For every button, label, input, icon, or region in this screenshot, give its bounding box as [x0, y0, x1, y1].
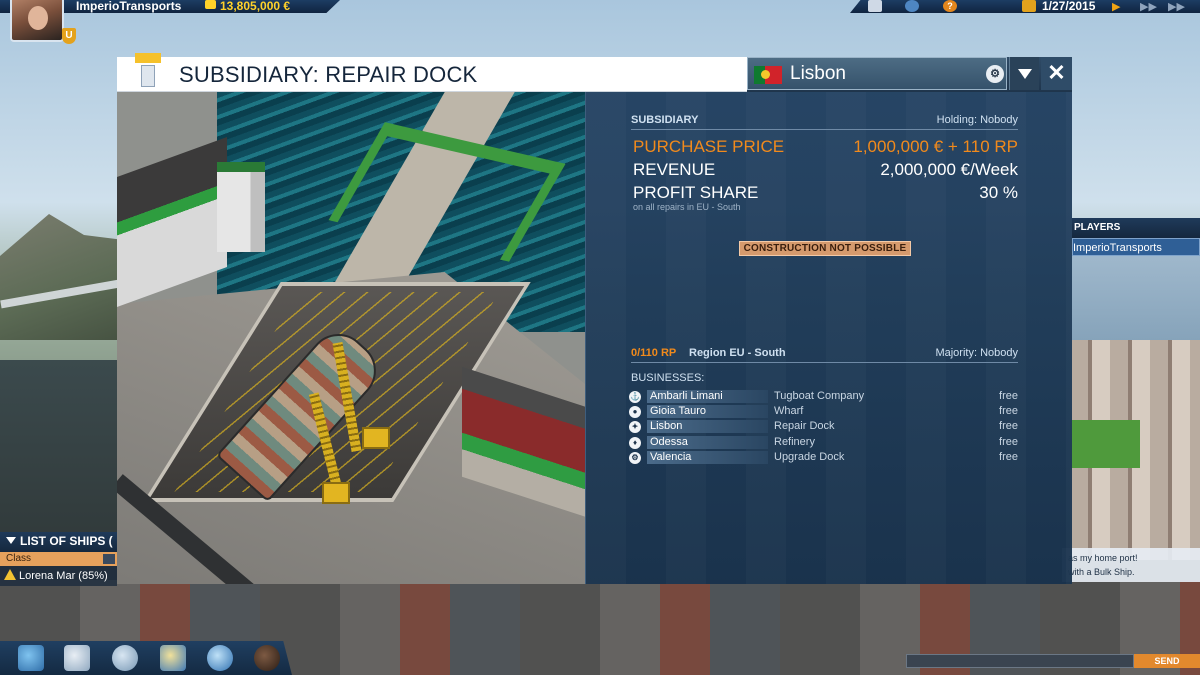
business-status: free	[999, 450, 1018, 463]
crane-cab	[362, 427, 390, 449]
chat-log: as my home port! with a Bulk Ship.	[1062, 548, 1200, 582]
play-speed-icon[interactable]: ▶	[1112, 0, 1120, 13]
location-dropdown-button[interactable]	[1009, 57, 1039, 90]
fast-forward-icon[interactable]: ▶▶	[1140, 0, 1157, 13]
business-city[interactable]: Lisbon	[647, 420, 768, 434]
chat-input[interactable]	[906, 654, 1134, 668]
region-header: 0/110 RP Region EU - South Majority: Nob…	[631, 347, 1018, 363]
business-status: free	[999, 435, 1018, 448]
chat-line: as my home port!	[1068, 553, 1138, 563]
revenue-row: REVENUE 2,000,000 €/Week	[633, 160, 1018, 182]
player-avatar[interactable]	[10, 0, 64, 42]
location-selector[interactable]: Lisbon ⚙	[747, 57, 1007, 90]
business-type: Upgrade Dock	[774, 450, 845, 463]
subsidiary-dialog: ★ SUBSIDIARY: REPAIR DOCK Lisbon ⚙ ✕ SUB…	[117, 50, 1072, 584]
close-button[interactable]: ✕	[1041, 57, 1072, 90]
dialog-title: SUBSIDIARY: REPAIR DOCK	[179, 62, 478, 87]
subsidiary-info-panel: SUBSIDIARY Holding: Nobody PURCHASE PRIC…	[585, 92, 1072, 584]
business-city[interactable]: Odessa	[647, 435, 768, 449]
section-label: SUBSIDIARY	[631, 114, 699, 126]
dialog-title-bar: ★ SUBSIDIARY: REPAIR DOCK	[117, 50, 747, 92]
captain-icon[interactable]	[112, 645, 138, 671]
business-list: ⚓ Ambarli Limani Tugboat Company free ● …	[629, 389, 1021, 465]
chat-line: with a Bulk Ship.	[1068, 567, 1135, 577]
business-city[interactable]: Valencia	[647, 450, 768, 464]
fastest-forward-icon[interactable]: ▶▶	[1168, 0, 1185, 13]
player-entry[interactable]: ImperioTransports	[1072, 238, 1200, 256]
region-rp: 0/110 RP	[631, 347, 677, 359]
contracts-icon[interactable]	[160, 645, 186, 671]
business-row[interactable]: ⚙ Valencia Upgrade Dock free	[629, 450, 1021, 465]
ship-list-panel: LIST OF SHIPS ( Class Lorena Mar (85%)	[0, 532, 117, 588]
business-status: free	[999, 420, 1018, 433]
business-status: free	[999, 390, 1018, 402]
business-type: Repair Dock	[774, 420, 835, 433]
dropdown-icon	[103, 554, 115, 564]
construction-not-possible-button[interactable]: CONSTRUCTION NOT POSSIBLE	[739, 241, 911, 256]
ship-icon[interactable]	[1022, 0, 1036, 12]
business-type: Tugboat Company	[774, 390, 865, 402]
business-city[interactable]: Gioia Tauro	[647, 405, 768, 419]
refinery-icon: ♦	[629, 436, 641, 449]
warehouse	[117, 136, 227, 308]
business-row[interactable]: ✦ Lisbon Repair Dock free	[629, 419, 1021, 434]
players-panel: PLAYERS ImperioTransports	[1072, 218, 1200, 260]
routes-icon[interactable]	[207, 645, 233, 671]
holding-status: Holding: Nobody	[936, 114, 1018, 126]
upgrade-dock-icon: ⚙	[629, 451, 641, 464]
globe-icon[interactable]	[905, 0, 919, 12]
players-header: PLAYERS	[1072, 218, 1200, 238]
finance-icon[interactable]	[18, 645, 44, 671]
business-city[interactable]: Ambarli Limani	[647, 390, 768, 403]
region-name: Region EU - South	[689, 347, 786, 359]
locate-icon[interactable]: ⚙	[986, 65, 1004, 83]
sports-field	[1070, 420, 1140, 468]
businesses-label: BUSINESSES:	[631, 372, 705, 384]
revenue-label: REVENUE	[633, 160, 716, 179]
send-button[interactable]: SEND	[1134, 654, 1200, 668]
portugal-flag-icon	[754, 66, 782, 84]
help-icon[interactable]: ?	[943, 0, 957, 12]
ship-class-filter[interactable]: Class	[0, 552, 117, 566]
money-value: 13,805,000 €	[220, 0, 291, 13]
profit-share-note: on all repairs in EU - South	[633, 202, 741, 212]
fleet-icon[interactable]	[64, 645, 90, 671]
wharf-icon: ●	[629, 406, 641, 419]
business-row[interactable]: ● Gioia Tauro Wharf free	[629, 404, 1021, 419]
warning-icon	[4, 569, 16, 580]
tugboat-icon: ⚓	[629, 391, 641, 403]
game-date: 1/27/2015	[1042, 0, 1096, 13]
location-name: Lisbon	[790, 63, 846, 84]
business-row[interactable]: ⚓ Ambarli Limani Tugboat Company free	[629, 389, 1021, 404]
ship-list-item[interactable]: Lorena Mar (85%)	[0, 566, 117, 586]
crane-cab	[322, 482, 350, 504]
region-majority: Majority: Nobody	[935, 347, 1018, 359]
revenue-value: 2,000,000 €/Week	[880, 160, 1018, 179]
location-bar: Lisbon ⚙ ✕	[747, 57, 1072, 92]
money-display: 13,805,000 €	[205, 0, 290, 13]
business-status: free	[999, 405, 1018, 418]
chat-panel: as my home port! with a Bulk Ship. SEND	[906, 548, 1200, 675]
ship-list-header[interactable]: LIST OF SHIPS (	[0, 532, 117, 552]
rank-badge-icon: U	[62, 28, 76, 44]
profit-share-label: PROFIT SHARE	[633, 183, 759, 202]
purchase-price-value: 1,000,000 € + 110 RP	[853, 137, 1018, 156]
repair-dock-icon: ✦	[629, 421, 641, 434]
company-name: ImperioTransports	[76, 0, 182, 13]
repair-dock-illustration	[117, 92, 585, 584]
control-tower	[217, 162, 265, 252]
company-icon[interactable]	[254, 645, 280, 671]
list-icon[interactable]	[868, 0, 882, 12]
business-row[interactable]: ♦ Odessa Refinery free	[629, 435, 1021, 450]
purchase-price-label: PURCHASE PRICE	[633, 137, 785, 156]
profit-share-value: 30 %	[979, 183, 1018, 202]
business-type: Refinery	[774, 435, 815, 448]
business-type: Wharf	[774, 405, 804, 418]
purchase-price-row: PURCHASE PRICE 1,000,000 € + 110 RP	[633, 137, 1018, 159]
collapse-icon	[6, 537, 16, 544]
subsidiary-section-header: SUBSIDIARY Holding: Nobody	[631, 114, 1018, 130]
lighthouse-logo-icon: ★	[135, 50, 161, 91]
money-icon	[205, 0, 216, 9]
